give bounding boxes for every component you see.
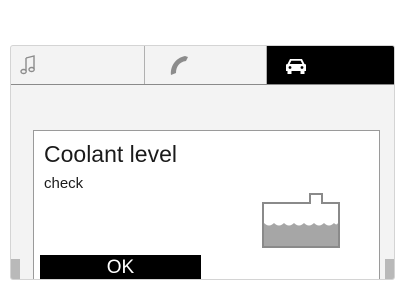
ok-button[interactable]: OK (40, 255, 201, 279)
music-note-icon (20, 55, 35, 75)
tab-phone[interactable] (145, 46, 267, 84)
car-icon (286, 59, 306, 74)
infotainment-screen: Coolant level check OK (10, 45, 395, 280)
coolant-warning-dialog: Coolant level check OK (33, 130, 380, 279)
left-side-indicator (11, 259, 20, 279)
dialog-title: Coolant level (44, 141, 177, 167)
right-side-indicator (385, 259, 394, 279)
tab-vehicle[interactable] (267, 46, 394, 84)
coolant-reservoir-icon (262, 193, 340, 248)
dialog-message: check (44, 175, 84, 192)
tab-bar (11, 46, 394, 85)
tab-music[interactable] (11, 46, 145, 84)
phone-handset-icon (170, 56, 188, 75)
